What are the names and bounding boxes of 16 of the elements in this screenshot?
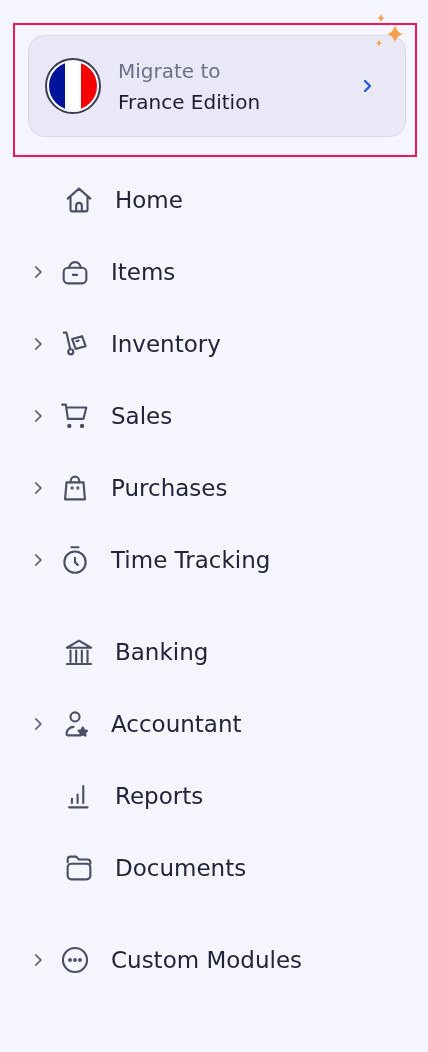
nav-item[interactable]: Sales [0, 380, 428, 452]
nav-item[interactable]: Banking [0, 616, 428, 688]
chevron-icon [362, 79, 372, 93]
migrate-banner[interactable]: Migrate to France Edition [28, 35, 406, 137]
nav-item[interactable]: Time Tracking [0, 524, 428, 596]
nav-item[interactable]: Inventory [0, 308, 428, 380]
nav-item[interactable]: Home [0, 164, 428, 236]
nav-item[interactable]: Accountant [0, 688, 428, 760]
nav-item[interactable]: Reports [0, 760, 428, 832]
flag-icon [45, 58, 101, 114]
banner-subtitle: Migrate to [118, 58, 222, 83]
nav-item[interactable]: Documents [0, 832, 428, 904]
nav-item[interactable]: Custom Modules [0, 924, 428, 996]
banner-title: France Edition [118, 89, 262, 114]
nav-item[interactable]: Purchases [0, 452, 428, 524]
nav-item[interactable]: Items [0, 236, 428, 308]
